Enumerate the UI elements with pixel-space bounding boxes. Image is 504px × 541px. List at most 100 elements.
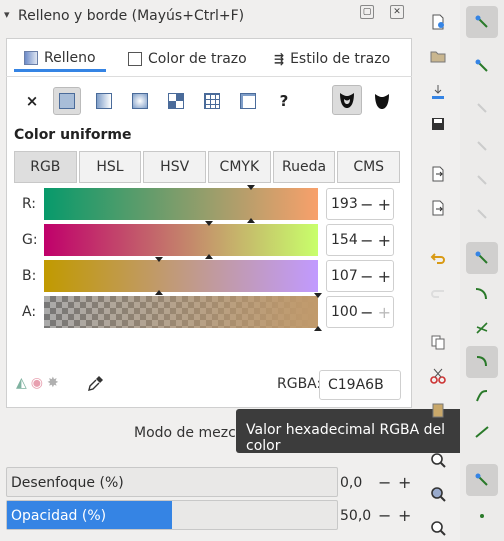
g-spinbox[interactable]: 154 − + <box>326 224 394 256</box>
b-increment[interactable]: + <box>376 267 393 286</box>
blur-label: Desenfoque (%) <box>11 475 124 491</box>
snap-bbox-corners-icon[interactable] <box>466 130 498 162</box>
b-decrement[interactable]: − <box>358 267 375 286</box>
snap-paths-icon[interactable] <box>466 278 498 310</box>
mode-hsv[interactable]: HSV <box>143 151 207 183</box>
b-spinbox[interactable]: 107 − + <box>326 260 394 292</box>
blur-slider[interactable]: Desenfoque (%) <box>6 467 338 497</box>
mesh-icon <box>168 93 184 109</box>
print-icon[interactable] <box>422 192 454 224</box>
opacity-decrement[interactable]: − <box>378 506 391 525</box>
snap-smooth-nodes-icon[interactable] <box>466 380 498 412</box>
open-icon[interactable] <box>422 40 454 72</box>
mode-hsl[interactable]: HSL <box>78 151 142 183</box>
save-icon[interactable] <box>422 108 454 140</box>
snap-bbox-icon[interactable] <box>466 50 498 82</box>
snap-bbox-centers-icon[interactable] <box>466 198 498 230</box>
swatch-icon <box>240 93 256 109</box>
opacity-slider[interactable]: Opacidad (%) <box>6 500 338 530</box>
redo-icon[interactable] <box>422 276 454 308</box>
slider-marker <box>314 326 322 331</box>
slider-g[interactable] <box>44 221 318 259</box>
commands-toolbar <box>418 0 462 541</box>
fill-rule-evenodd-button[interactable] <box>332 85 362 115</box>
tab-relleno[interactable]: Relleno <box>14 46 106 72</box>
fill-rule-nonzero-button[interactable] <box>368 87 396 115</box>
tab-estilo-de-trazo[interactable]: ⇶ Estilo de trazo <box>274 46 390 72</box>
slider-marker <box>247 218 256 223</box>
slider-b[interactable] <box>44 257 318 295</box>
copy-icon[interactable] <box>422 326 454 358</box>
import-icon[interactable] <box>422 76 454 108</box>
snap-intersections-icon[interactable] <box>466 312 498 344</box>
r-spinbox[interactable]: 193 − + <box>326 188 394 220</box>
snap-object-centers-icon[interactable] <box>466 464 498 496</box>
mesh-button[interactable] <box>162 87 190 115</box>
mode-rueda[interactable]: Rueda <box>272 151 336 183</box>
snap-cusp-nodes-icon[interactable] <box>466 346 498 378</box>
cut-icon[interactable] <box>422 360 454 392</box>
stroke-paint-icon <box>128 52 142 66</box>
no-paint-button[interactable]: × <box>18 87 46 115</box>
g-value[interactable]: 154 <box>327 232 358 248</box>
g-decrement[interactable]: − <box>358 231 375 250</box>
blur-increment[interactable]: + <box>398 473 411 492</box>
pattern-button[interactable] <box>198 87 226 115</box>
r-increment[interactable]: + <box>376 195 393 214</box>
channel-label-r: R: <box>22 196 37 212</box>
a-value[interactable]: 100 <box>327 304 358 320</box>
slider-a[interactable] <box>44 293 322 331</box>
a-decrement[interactable]: − <box>358 303 375 322</box>
new-document-icon[interactable] <box>422 6 454 38</box>
opacity-value[interactable]: 50,0 <box>340 508 371 524</box>
snap-bbox-edges-icon[interactable] <box>466 92 498 124</box>
color-mode-tabs: RGB HSL HSV CMYK Rueda CMS <box>14 151 401 183</box>
snap-rotation-center-icon[interactable] <box>466 500 498 532</box>
paste-icon[interactable] <box>422 394 454 426</box>
snap-toggle-icon[interactable] <box>466 6 498 38</box>
too-much-ink-icon: ✸ <box>47 375 59 391</box>
opacity-label: Opacidad (%) <box>11 508 107 524</box>
blend-mode-label: Modo de mezcla <box>134 425 249 441</box>
nonzero-icon <box>375 94 389 109</box>
collapse-caret-icon[interactable]: ▾ <box>4 8 10 21</box>
tab-divider <box>6 76 412 77</box>
b-value[interactable]: 107 <box>327 268 358 284</box>
unset-button[interactable]: ? <box>270 87 298 115</box>
snap-bbox-midpoints-icon[interactable] <box>466 164 498 196</box>
tab-label: Color de trazo <box>148 51 247 67</box>
slider-marker <box>155 290 164 295</box>
evenodd-icon <box>340 93 354 108</box>
mode-cmyk[interactable]: CMYK <box>208 151 271 183</box>
radial-gradient-button[interactable] <box>126 87 154 115</box>
mode-rgb[interactable]: RGB <box>14 151 77 183</box>
zoom-page-icon[interactable] <box>422 512 454 541</box>
linear-gradient-button[interactable] <box>90 87 118 115</box>
swatch-button[interactable] <box>234 87 262 115</box>
zoom-drawing-icon[interactable] <box>422 478 454 510</box>
undo-icon[interactable] <box>422 242 454 274</box>
slider-marker <box>205 254 214 259</box>
r-value[interactable]: 193 <box>327 196 358 212</box>
tab-color-de-trazo[interactable]: Color de trazo <box>128 46 247 72</box>
mode-cms[interactable]: CMS <box>337 151 401 183</box>
snap-nodes-icon[interactable] <box>466 242 498 274</box>
close-button[interactable]: ✕ <box>390 5 404 19</box>
snap-line-midpoints-icon[interactable] <box>466 416 498 448</box>
opacity-increment[interactable]: + <box>398 506 411 525</box>
r-decrement[interactable]: − <box>358 195 375 214</box>
restore-button[interactable]: ▢ <box>360 5 374 19</box>
rgba-hex-input[interactable]: C19A6B <box>319 370 401 400</box>
a-spinbox[interactable]: 100 − + <box>326 296 394 328</box>
flat-color-button[interactable] <box>53 87 81 115</box>
a-increment[interactable]: + <box>376 303 393 322</box>
zoom-selection-icon[interactable] <box>422 444 454 476</box>
g-increment[interactable]: + <box>376 231 393 250</box>
slider-r[interactable] <box>44 185 318 223</box>
blur-value[interactable]: 0,0 <box>340 475 362 491</box>
eyedropper-icon[interactable] <box>88 375 104 395</box>
tab-label: Estilo de trazo <box>290 51 391 67</box>
export-icon[interactable] <box>422 158 454 190</box>
linear-gradient-icon <box>96 93 112 109</box>
blur-decrement[interactable]: − <box>378 473 391 492</box>
